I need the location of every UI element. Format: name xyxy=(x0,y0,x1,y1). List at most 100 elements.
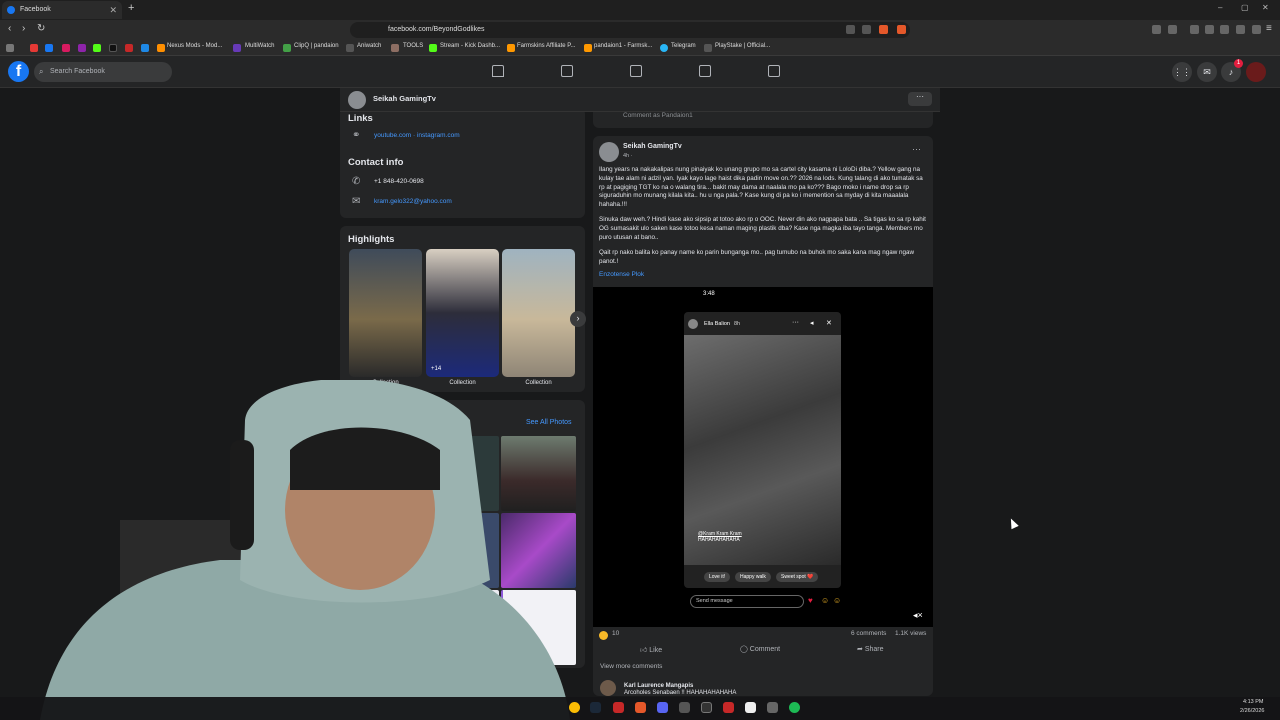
extension-icon[interactable] xyxy=(1168,25,1177,34)
sidebar-icon[interactable] xyxy=(1205,25,1214,34)
bookmark-item[interactable]: pandaion1 - Farmsk... xyxy=(594,43,652,49)
minimize-icon[interactable]: – xyxy=(1218,3,1222,12)
video-icon[interactable] xyxy=(630,65,642,77)
bookmark-folder[interactable]: TOOLS xyxy=(403,43,423,49)
search-input[interactable]: ⌕ Search Facebook xyxy=(34,62,172,82)
menu-grid-icon[interactable]: ⋮⋮ xyxy=(1172,62,1192,82)
close-window-icon[interactable]: ✕ xyxy=(1262,3,1269,12)
menu-icon[interactable]: ≡ xyxy=(1266,23,1272,34)
bookmark-item[interactable]: Farmskins Affiliate P... xyxy=(517,43,575,49)
brave-rewards-icon[interactable] xyxy=(897,25,906,34)
steam-icon[interactable] xyxy=(590,702,601,713)
bookmark-item[interactable]: Aniwatch xyxy=(357,43,381,49)
page-header: Seikah GamingTv ··· xyxy=(340,88,940,112)
twitch-icon[interactable] xyxy=(78,44,86,52)
highlight-thumbnail[interactable] xyxy=(349,249,422,377)
links-value[interactable]: youtube.com · instagram.com xyxy=(374,132,460,139)
wallet-icon[interactable] xyxy=(1220,25,1229,34)
share-button[interactable]: ➦ Share xyxy=(857,645,884,653)
facebook-logo[interactable]: f xyxy=(8,61,29,82)
taskbar-date[interactable]: 2/26/2026 xyxy=(1240,708,1264,714)
brave-shield-icon[interactable] xyxy=(879,25,888,34)
url-field[interactable]: facebook.com/BeyondGodlikes xyxy=(350,22,910,38)
view-more-comments-link[interactable]: View more comments xyxy=(600,663,662,670)
discord-icon[interactable] xyxy=(657,702,668,713)
browser-tab[interactable]: Facebook ✕ xyxy=(2,1,122,19)
post-more-icon[interactable]: ··· xyxy=(912,144,921,154)
extension-icon[interactable] xyxy=(1152,25,1161,34)
like-button[interactable]: 👍︎ Like xyxy=(640,645,662,654)
bookmark-item[interactable]: ClipQ | pandaion xyxy=(294,43,339,49)
commenter-avatar[interactable] xyxy=(600,680,616,696)
media-icon[interactable] xyxy=(1190,25,1199,34)
chevron-right-icon[interactable]: › xyxy=(570,311,586,327)
previous-post-comment-bar[interactable]: Comment as Pandaion1 xyxy=(593,112,933,128)
marketplace-icon[interactable] xyxy=(768,65,780,77)
story-close-icon: ✕ xyxy=(826,320,832,327)
post-author[interactable]: Seikah GamingTv xyxy=(623,143,682,150)
commenter-name[interactable]: Karl Laurence Mangapis xyxy=(624,683,693,689)
bookmark-icon[interactable] xyxy=(62,44,70,52)
back-icon[interactable]: ‹ xyxy=(8,23,11,34)
brave-icon[interactable] xyxy=(635,702,646,713)
search-placeholder: Search Facebook xyxy=(50,68,105,75)
bookmark-item[interactable]: Stream - Kick Dashb... xyxy=(440,43,500,49)
bookmark-icon[interactable] xyxy=(141,44,149,52)
comment-button[interactable]: ◯ Comment xyxy=(740,645,780,653)
tiktok-icon[interactable] xyxy=(109,44,117,52)
more-options-button[interactable]: ··· xyxy=(908,92,932,106)
bookmark-item[interactable]: Nexus Mods - Mod... xyxy=(167,43,222,49)
app-icon[interactable] xyxy=(679,702,690,713)
flag-icon[interactable] xyxy=(561,65,573,77)
app-icon[interactable] xyxy=(613,702,624,713)
highlight-thumbnail[interactable] xyxy=(502,249,575,377)
story-send-message: Send message xyxy=(690,595,804,608)
video-mute-icon[interactable]: ◂× xyxy=(913,610,923,621)
story-clock: 3:48 xyxy=(703,291,715,297)
spotify-icon[interactable] xyxy=(789,702,800,713)
app-icon[interactable] xyxy=(767,702,778,713)
vpn-icon[interactable] xyxy=(1236,25,1245,34)
cast-icon[interactable] xyxy=(846,25,855,34)
maximize-icon[interactable]: ▢ xyxy=(1241,3,1249,12)
taskbar-time[interactable]: 4:13 PM xyxy=(1243,699,1263,705)
shield-icon[interactable] xyxy=(1252,25,1261,34)
bookmark-item[interactable]: MultiWatch xyxy=(245,43,274,49)
highlight-thumbnail[interactable]: +14 xyxy=(426,249,499,377)
comments-count[interactable]: 6 comments xyxy=(851,630,886,637)
clipq-icon xyxy=(283,44,291,52)
page-avatar[interactable] xyxy=(348,91,366,109)
page-name[interactable]: Seikah GamingTv xyxy=(373,94,436,103)
bookmark-icon[interactable] xyxy=(30,44,38,52)
author-avatar[interactable] xyxy=(599,142,619,162)
forward-icon[interactable]: › xyxy=(22,23,25,34)
app-icon[interactable] xyxy=(745,702,756,713)
youtube-icon[interactable] xyxy=(125,44,133,52)
bookmarks-bar: Nexus Mods - Mod... MultiWatch ClipQ | p… xyxy=(0,40,1280,56)
taskbar: 4:13 PM 2/26/2026 xyxy=(0,697,1280,720)
bookmark-item[interactable]: PlayStake | Official... xyxy=(715,43,770,49)
farmskins-icon xyxy=(507,44,515,52)
url-text: facebook.com/BeyondGodlikes xyxy=(388,26,485,33)
tagged-user-link[interactable]: Enzotense Plok xyxy=(599,271,644,278)
facebook-icon[interactable] xyxy=(45,44,53,52)
mouse-cursor xyxy=(1007,516,1019,530)
close-tab-icon[interactable]: ✕ xyxy=(109,1,117,19)
email-address[interactable]: kram.gelo322@yahoo.com xyxy=(374,198,452,205)
share-icon[interactable] xyxy=(862,25,871,34)
account-avatar[interactable] xyxy=(1246,62,1266,82)
playstake-icon xyxy=(704,44,712,52)
kick-icon[interactable] xyxy=(93,44,101,52)
reaction-count[interactable]: 10 xyxy=(612,630,619,637)
obs-icon[interactable] xyxy=(701,702,712,713)
bookmark-item[interactable]: Telegram xyxy=(671,43,696,49)
chrome-icon[interactable] xyxy=(569,702,580,713)
apps-icon[interactable] xyxy=(6,44,14,52)
megaphone-icon[interactable] xyxy=(699,65,711,77)
reload-icon[interactable]: ↻ xyxy=(37,23,45,34)
messenger-icon[interactable]: ✉ xyxy=(1197,62,1217,82)
post-time[interactable]: 4h · xyxy=(623,153,632,159)
app-icon[interactable] xyxy=(723,702,734,713)
home-icon[interactable] xyxy=(492,65,504,77)
new-tab-button[interactable]: + xyxy=(128,2,134,14)
